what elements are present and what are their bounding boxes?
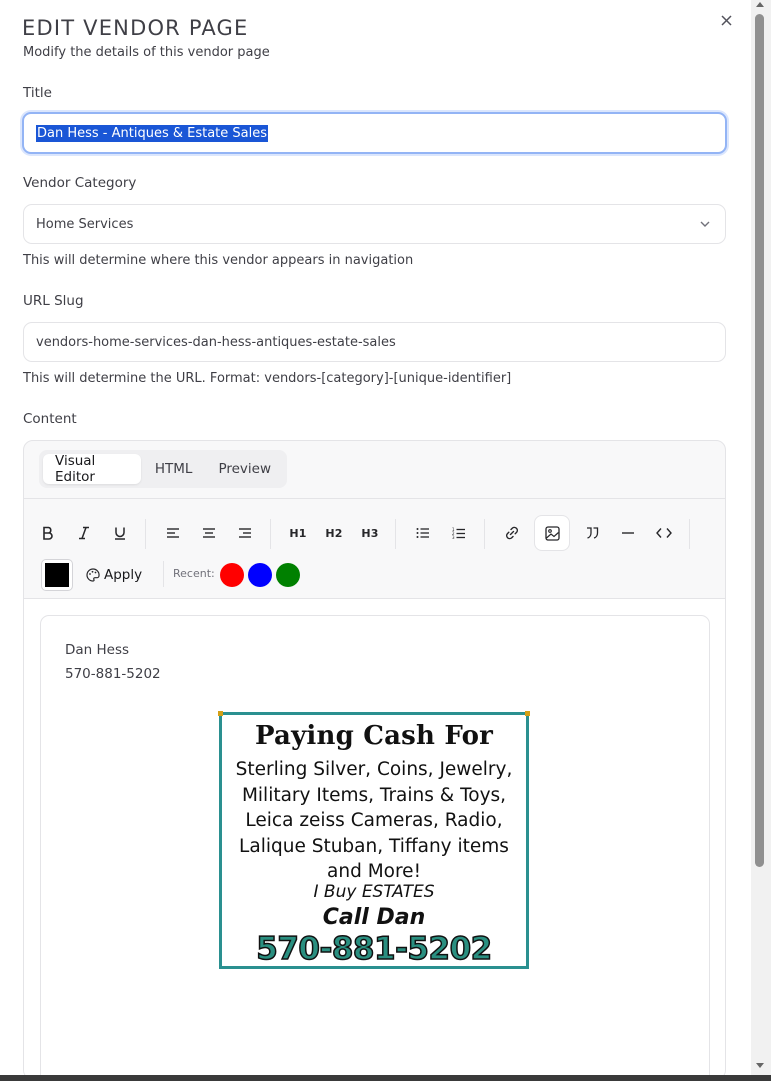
toolbar-divider	[163, 561, 164, 587]
title-label: Title	[23, 85, 52, 101]
link-icon	[506, 526, 518, 540]
underline-icon	[115, 527, 125, 540]
tab-html[interactable]: HTML	[143, 454, 205, 484]
horizontal-rule-button[interactable]	[610, 515, 646, 551]
toolbar-divider	[270, 519, 271, 549]
chevron-down-icon	[700, 221, 710, 227]
align-right-button[interactable]	[227, 515, 263, 551]
underline-button[interactable]	[102, 515, 138, 551]
ad-image-body: Paying Cash For Sterling Silver, Coins, …	[222, 715, 526, 968]
vertical-scrollbar[interactable]	[751, 0, 771, 1075]
scroll-thumb[interactable]	[755, 14, 764, 867]
resize-handle[interactable]	[525, 711, 530, 716]
vendor-category-select[interactable]: Home Services	[23, 204, 726, 244]
heading-3-button[interactable]: H3	[352, 515, 388, 551]
numbered-list-button[interactable]: 123	[441, 515, 477, 551]
heading-3-label: H3	[361, 526, 379, 540]
toolbar-divider	[484, 519, 485, 549]
bold-icon	[43, 526, 53, 540]
ad-title: Paying Cash For	[254, 721, 494, 751]
editor-tabs: Visual Editor HTML Preview	[39, 450, 287, 488]
ad-estates: I Buy ESTATES	[313, 882, 435, 902]
heading-2-label: H2	[325, 526, 343, 540]
content-label: Content	[23, 411, 77, 427]
quote-button[interactable]	[574, 515, 610, 551]
recent-color-green[interactable]	[276, 563, 300, 587]
ad-line: Military Items, Trains & Toys,	[241, 784, 507, 806]
close-icon	[720, 14, 732, 26]
ad-line: and More!	[327, 861, 421, 882]
toolbar-divider	[689, 519, 690, 549]
content-line-name: Dan Hess	[65, 642, 130, 658]
image-button[interactable]	[534, 515, 570, 551]
color-toolbar: Apply Recent:	[24, 557, 725, 597]
tabs-divider	[24, 498, 725, 499]
heading-1-label: H1	[289, 526, 307, 540]
vendor-category-label: Vendor Category	[23, 175, 137, 191]
bullet-list-icon	[416, 528, 429, 538]
formatting-toolbar: H1 H2 H3 123	[24, 515, 725, 555]
url-slug-value: vendors-home-services-dan-hess-antiques-…	[36, 334, 396, 350]
apply-color-button[interactable]: Apply	[86, 563, 142, 587]
dialog-subtitle: Modify the details of this vendor page	[23, 45, 270, 60]
content-line-phone: 570-881-5202	[65, 666, 161, 682]
close-button[interactable]	[716, 10, 736, 30]
italic-button[interactable]	[66, 515, 102, 551]
embedded-ad-image[interactable]: Paying Cash For Sterling Silver, Coins, …	[218, 711, 530, 969]
resize-handle[interactable]	[218, 711, 223, 716]
align-right-icon	[239, 528, 251, 538]
svg-text:3: 3	[452, 535, 455, 540]
heading-1-button[interactable]: H1	[280, 515, 316, 551]
window-bottom-edge	[0, 1075, 771, 1081]
editor-content-area[interactable]: Dan Hess 570-881-5202 Paying Cash For St…	[24, 599, 725, 1075]
title-input-value: Dan Hess - Antiques & Estate Sales	[36, 124, 269, 142]
bullet-list-button[interactable]	[405, 515, 441, 551]
scroll-down-icon[interactable]	[756, 1063, 764, 1068]
vendor-category-helper: This will determine where this vendor ap…	[23, 253, 414, 268]
align-left-button[interactable]	[155, 515, 191, 551]
tab-preview[interactable]: Preview	[206, 454, 283, 484]
image-icon	[544, 525, 560, 541]
url-slug-label: URL Slug	[23, 293, 84, 309]
code-icon	[656, 528, 672, 538]
code-button[interactable]	[646, 515, 682, 551]
ad-line: Leica zeiss Cameras, Radio,	[245, 810, 503, 831]
recent-color-red[interactable]	[220, 563, 244, 587]
url-slug-helper: This will determine the URL. Format: ven…	[23, 371, 512, 386]
align-left-icon	[167, 528, 179, 538]
align-center-icon	[203, 528, 215, 538]
url-slug-input[interactable]: vendors-home-services-dan-hess-antiques-…	[23, 322, 726, 362]
edit-vendor-dialog: EDIT VENDOR PAGE Modify the details of t…	[0, 0, 751, 1075]
toolbar-divider	[145, 519, 146, 549]
horizontal-rule-icon	[622, 532, 634, 534]
scroll-up-icon[interactable]	[756, 2, 764, 7]
ad-line: Lalique Stuban, Tiffany items	[239, 835, 509, 857]
recent-colors-label: Recent:	[173, 567, 215, 580]
ad-line: Sterling Silver, Coins, Jewelry,	[235, 759, 513, 780]
ad-phone: 570-881-5202	[256, 930, 493, 968]
text-color-picker[interactable]	[41, 559, 73, 591]
numbered-list-icon: 123	[452, 527, 465, 540]
content-editable[interactable]: Dan Hess 570-881-5202 Paying Cash For St…	[40, 615, 710, 1075]
align-center-button[interactable]	[191, 515, 227, 551]
current-color-fill	[45, 563, 69, 587]
italic-icon	[79, 526, 89, 540]
ad-call: Call Dan	[322, 905, 426, 930]
palette-icon	[86, 568, 100, 582]
toolbar-divider	[395, 519, 396, 549]
heading-2-button[interactable]: H2	[316, 515, 352, 551]
apply-label: Apply	[104, 567, 143, 583]
link-button[interactable]	[494, 515, 530, 551]
rich-text-editor: Visual Editor HTML Preview H1 H2 H3 1 2 …	[23, 440, 726, 1075]
vendor-category-value: Home Services	[36, 216, 134, 232]
dialog-title: EDIT VENDOR PAGE	[22, 16, 249, 40]
title-input[interactable]: Dan Hess - Antiques & Estate Sales	[22, 112, 727, 154]
ad-body: Sterling Silver, Coins, Jewelry, Militar…	[222, 757, 526, 885]
quote-icon	[586, 527, 598, 539]
tab-visual-editor[interactable]: Visual Editor	[43, 453, 141, 485]
bold-button[interactable]	[30, 515, 66, 551]
recent-color-blue[interactable]	[248, 563, 272, 587]
